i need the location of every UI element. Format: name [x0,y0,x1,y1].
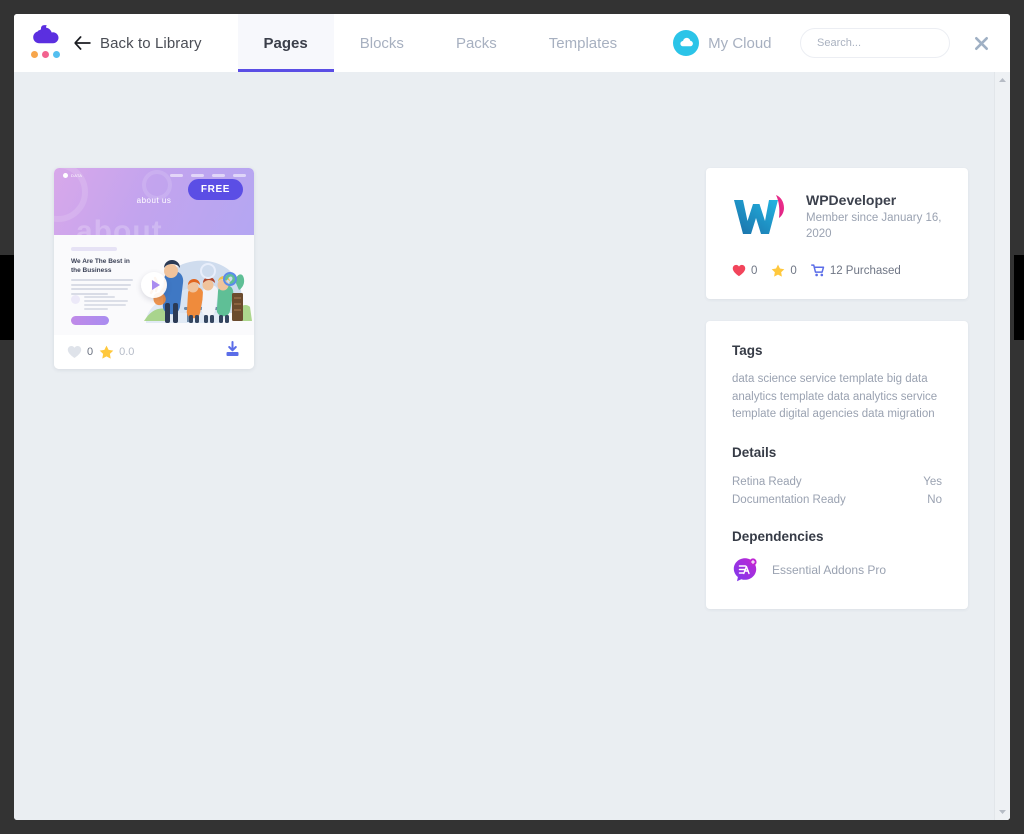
detail-row: Retina Ready Yes [732,473,942,491]
template-thumbnail[interactable]: DATA about us about FREE We Are The Best… [54,168,254,335]
card-likes-value: 0 [87,346,94,358]
search-box[interactable] [800,28,950,58]
tab-blocks-label: Blocks [359,34,404,52]
tab-pages-label: Pages [263,34,308,52]
author-member-since: Member since January 16, 2020 [806,212,942,240]
detail-label: Documentation Ready [732,494,846,507]
scroll-down-arrow-icon [999,810,1006,814]
cloud-icon [673,30,700,56]
tab-packs[interactable]: Packs [430,14,523,72]
play-icon [151,280,160,290]
detail-value: Yes [923,476,942,489]
back-to-library-button[interactable]: Back to Library [74,35,202,52]
heart-icon [67,346,82,358]
details-title: Details [732,445,777,461]
star-icon [772,264,785,277]
templately-cloud-icon [33,25,59,44]
content-area: DATA about us about FREE We Are The Best… [14,72,994,820]
meta-panel: Tags data science service template big d… [706,321,968,610]
scroll-up-arrow-icon [999,78,1006,82]
modal-body: DATA about us about FREE We Are The Best… [14,72,1010,820]
dependencies-title: Dependencies [732,529,824,545]
tab-templates[interactable]: Templates [523,14,643,72]
wpdeveloper-logo [734,195,784,234]
header-tabs: Pages Blocks Packs Templates My Cloud [237,14,798,72]
play-preview-button[interactable] [141,272,167,298]
thumbnail-heading: We Are The Best in the Business [71,258,130,275]
scroll-up-button[interactable] [995,72,1011,88]
tab-my-cloud[interactable]: My Cloud [643,14,797,72]
thumbnail-site-logo: DATA [63,173,82,178]
tags-text: data science service template big data a… [732,373,938,420]
backdrop-dark-strip-left [0,255,14,340]
thumbnail-hero-ghost-word: about [76,215,163,235]
header-left-group: Back to Library [14,14,202,72]
close-icon [974,36,988,50]
templately-modal: Back to Library Pages Blocks Packs Templ… [14,14,1010,820]
download-button[interactable] [224,341,241,363]
detail-row: Documentation Ready No [732,491,942,509]
template-card-footer: 0 0.0 [54,335,254,369]
tab-templates-label: Templates [548,34,618,52]
author-stats: 0 0 12 Purchased [732,264,942,277]
thumbnail-feature-row [71,295,128,312]
scroll-down-button[interactable] [995,804,1011,820]
thumbnail-site-nav [170,174,246,177]
detail-label: Retina Ready [732,476,802,489]
scrollbar-track[interactable] [995,88,1010,804]
arrow-left-icon [74,36,91,50]
templately-logo[interactable] [28,25,62,61]
search-input[interactable] [817,37,933,49]
card-likes-stat[interactable]: 0 [67,345,93,359]
template-card[interactable]: DATA about us about FREE We Are The Best… [54,168,254,369]
details-sidebar: WPDeveloper Member since January 16, 202… [706,168,968,610]
thumbnail-site-logo-text: DATA [71,173,83,178]
download-icon [226,341,239,356]
thumbnail-eyebrow [71,247,117,251]
vertical-scrollbar[interactable] [994,72,1010,820]
tab-my-cloud-label: My Cloud [708,34,772,52]
author-purchases-value: 12 Purchased [829,264,901,277]
essential-addons-icon [733,558,757,582]
heart-icon [732,264,746,277]
free-badge: FREE [187,179,243,200]
dependency-item[interactable]: Essential Addons Pro [732,557,942,583]
back-to-library-label: Back to Library [100,34,202,52]
tab-pages[interactable]: Pages [237,14,334,72]
tab-packs-label: Packs [455,34,497,52]
detail-value: No [927,494,942,507]
author-rating-stat: 0 [771,264,797,277]
thumbnail-body: We Are The Best in the Business [54,235,254,335]
author-info: WPDeveloper Member since January 16, 202… [806,192,942,242]
tab-blocks[interactable]: Blocks [334,14,430,72]
card-rating-value: 0.0 [119,346,135,358]
author-likes-value: 0 [751,264,758,277]
author-likes-stat: 0 [732,264,757,277]
author-purchases-stat: 12 Purchased [810,264,901,277]
dependency-name: Essential Addons Pro [772,563,887,578]
modal-header: Back to Library Pages Blocks Packs Templ… [14,14,1010,72]
templately-logo-dots [30,51,60,58]
card-rating-stat[interactable]: 0.0 [99,345,134,359]
thumbnail-cta-button [71,316,109,325]
author-name: WPDeveloper [806,192,897,208]
header-right-group [800,14,1010,72]
author-header: WPDeveloper Member since January 16, 202… [732,192,942,242]
close-button[interactable] [968,30,994,56]
cart-icon [810,264,825,277]
author-panel: WPDeveloper Member since January 16, 202… [706,168,968,300]
tags-title: Tags [732,343,763,359]
backdrop-dark-strip-right [1014,255,1024,340]
star-icon [99,345,114,359]
author-rating-value: 0 [790,264,797,277]
